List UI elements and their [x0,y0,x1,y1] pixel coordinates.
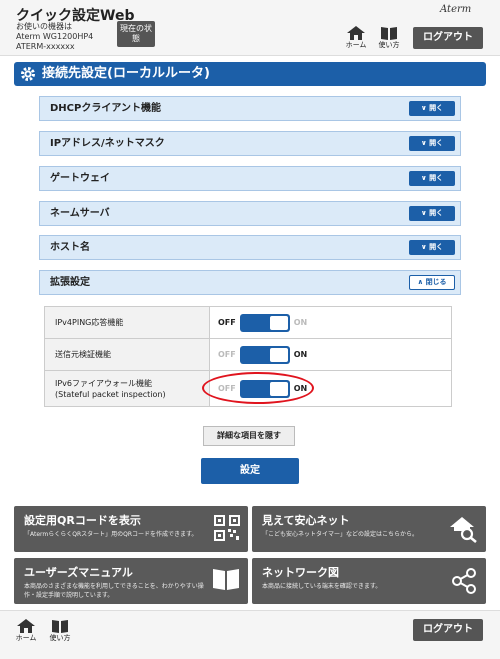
setting-label: IPv6ファイアウォール機能 (Stateful packet inspecti… [44,370,210,407]
accordion-host-name[interactable]: ホスト名 ∨ 開く [39,235,461,260]
ipv4-ping-toggle[interactable]: OFF ON [218,313,308,332]
hide-details-button[interactable]: 詳細な項目を隠す [203,426,295,446]
home-button[interactable]: ホーム [340,26,372,50]
logout-button[interactable]: ログアウト [413,27,483,49]
submit-button[interactable]: 設定 [201,458,299,484]
expand-button[interactable]: ∨ 開く [409,136,455,151]
off-label: OFF [218,318,236,327]
setting-row-source-verify: 送信元検証機能 OFF ON [44,338,452,371]
home-search-icon [450,517,477,543]
chevron-down-icon: ∨ [420,209,430,217]
book-icon [213,569,239,590]
off-label: OFF [218,350,236,359]
gear-icon [21,67,35,81]
setting-label: IPv4PING応答機能 [44,306,210,339]
chevron-down-icon: ∨ [420,139,430,147]
device-info: お使いの機器は Aterm WG1200HP4 ATERM-xxxxxx [16,22,94,51]
share-nodes-icon [452,568,476,594]
accordion-extended-settings[interactable]: 拡張設定 ∧ 閉じる [39,270,461,295]
setting-label: 送信元検証機能 [44,338,210,371]
expand-button[interactable]: ∨ 開く [409,101,455,116]
setting-row-ipv4-ping: IPv4PING応答機能 OFF ON [44,306,452,339]
toggle-knob [269,347,288,362]
toggle-switch[interactable] [239,313,290,332]
chevron-down-icon: ∨ [420,243,430,251]
expand-button[interactable]: ∨ 開く [409,171,455,186]
on-label: ON [293,318,308,327]
panel-user-manual[interactable]: ユーザーズマニュアル 本商品のさまざまな機能を利用してできることを、わかりやすい… [14,558,248,604]
header: クイック設定Web お使いの機器は Aterm WG1200HP4 ATERM-… [0,0,500,56]
panel-network-map[interactable]: ネットワーク図 本商品に接続している端末を確認できます。 [252,558,486,604]
home-icon [17,619,35,633]
chevron-down-icon: ∨ [420,104,430,112]
toggle-knob [269,315,288,330]
footer-help-button[interactable]: 使い方 [44,619,76,643]
section-title: 接続先設定(ローカルルータ) [14,62,486,86]
panel-qr-code[interactable]: 設定用QRコードを表示 「AtermらくらくQRスタート」用のQRコードを作成で… [14,506,248,552]
book-icon [52,620,68,633]
accordion-name-server[interactable]: ネームサーバ ∨ 開く [39,201,461,226]
footer: ホーム 使い方 ログアウト [0,610,500,659]
accordion-gateway[interactable]: ゲートウェイ ∨ 開く [39,166,461,191]
chevron-up-icon: ∧ [417,278,426,286]
accordion-dhcp-client[interactable]: DHCPクライアント機能 ∨ 開く [39,96,461,121]
accordion-ip-netmask[interactable]: IPアドレス/ネットマスク ∨ 開く [39,131,461,156]
qr-code-icon [214,515,240,541]
footer-logout-button[interactable]: ログアウト [413,619,483,641]
source-verify-toggle[interactable]: OFF ON [218,345,308,364]
expand-button[interactable]: ∨ 開く [409,206,455,221]
footer-home-button[interactable]: ホーム [10,619,42,643]
help-button[interactable]: 使い方 [373,26,405,50]
toggle-switch[interactable] [239,345,290,364]
current-status-button[interactable]: 現在の状態 [117,21,155,47]
expand-button[interactable]: ∨ 開く [409,240,455,255]
chevron-down-icon: ∨ [420,174,430,182]
panel-mieteanshin-net[interactable]: 見えて安心ネット 「こども安心ネットタイマー」などの設定はこちらから。 [252,506,486,552]
on-label: ON [293,350,308,359]
book-icon [381,27,397,40]
brand-logo: Aterm [440,4,472,15]
collapse-button[interactable]: ∧ 閉じる [409,275,455,290]
red-highlight-circle [202,372,314,404]
home-icon [347,26,365,40]
